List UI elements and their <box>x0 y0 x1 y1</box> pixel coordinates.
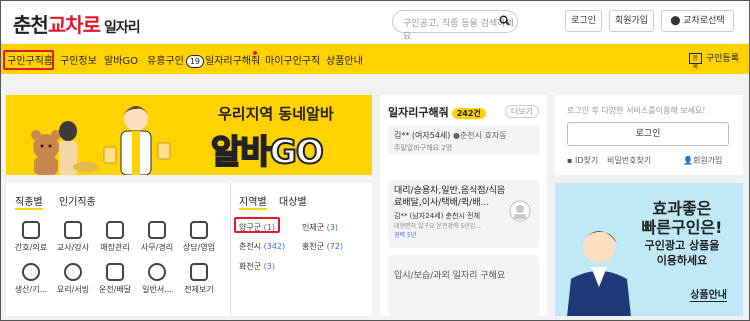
search-icon[interactable] <box>499 15 510 26</box>
header: 춘천교차로 일자리 구인공고, 직종 등을 검색하세요 로그인 회원가입 ⬤ 교차… <box>1 1 749 43</box>
job-sales[interactable]: 상담/영업 <box>180 221 218 253</box>
medical-icon <box>22 221 40 239</box>
truck-icon <box>106 263 124 281</box>
divider <box>230 183 231 316</box>
login-button[interactable]: 로그인 <box>565 10 602 32</box>
job-office[interactable]: 사무/경리 <box>138 221 176 253</box>
job-nursing[interactable]: 간호/의료 <box>12 221 50 253</box>
user-icon: 👤 <box>683 156 693 165</box>
job-teacher[interactable]: 교사/강사 <box>54 221 92 253</box>
gear-icon <box>22 263 40 281</box>
lock-icon: ▪ <box>567 156 575 165</box>
document-icon <box>148 221 166 239</box>
job-cooking[interactable]: 요리/서빙 <box>54 263 92 295</box>
banner-illustration <box>31 106 171 175</box>
login-panel: 로그인 후 다양한 서비스를이용해 보세요! 로그인 ▪ ID찾기 비밀번호찾기… <box>555 95 743 175</box>
shirt-icon <box>106 221 124 239</box>
main-nav: 구인구직홈 구인정보 알바GO 유흥구인 19 일자리구해줘 마이구인구직 상품안… <box>1 44 749 74</box>
tab-popular-jobs[interactable]: 인기직종 <box>59 193 96 208</box>
nav-item-my-page[interactable]: 마이구인구직 <box>265 52 320 67</box>
find-id-link[interactable]: ▪ ID찾기 <box>567 155 598 166</box>
seeker-count-badge: 242건 <box>451 108 486 119</box>
seeker-card[interactable]: 입시/보습/과외 일자리 구해요 <box>388 255 539 316</box>
join-link[interactable]: 👤회원가입 <box>683 155 722 166</box>
promo-products-link[interactable]: 상품안내 <box>690 286 727 302</box>
avatar-icon <box>509 200 531 222</box>
teacher-icon <box>64 221 82 239</box>
location-pin-icon: ● <box>452 131 460 140</box>
panel-login-button[interactable]: 로그인 <box>567 122 729 146</box>
promo-person-illustration <box>567 231 631 316</box>
seeker-card[interactable]: 김** (여자54세) ●춘천시 효자동 주말알바구해요 2명 <box>388 125 539 155</box>
nav-item-products[interactable]: 상품안내 <box>326 52 363 67</box>
highlight-nav-home <box>3 50 54 70</box>
nav-item-job-info[interactable]: 구인정보 <box>60 52 97 67</box>
chat-icon <box>148 263 166 281</box>
new-dot <box>253 51 257 55</box>
job-production[interactable]: 생산/기... <box>12 263 50 295</box>
tab-target[interactable]: 대상별 <box>279 193 307 208</box>
region-hongcheon[interactable]: 홍천군 (72) <box>302 241 343 252</box>
albago-banner[interactable]: 우리지역 동네알바 알바GO <box>6 95 372 175</box>
location-pin-icon: ⬤ <box>670 16 681 26</box>
find-password-link[interactable]: 비밀번호찾기 <box>607 155 651 166</box>
category-panel: 직종별 인기직종 간호/의료 교사/강사 매장관리 사무/경리 상담/영업 생산… <box>6 183 372 316</box>
banner-subtitle: 우리지역 동네알바 <box>218 105 334 123</box>
region-hwacheon[interactable]: 화천군 (3) <box>239 261 275 272</box>
signup-button[interactable]: 회원가입 <box>609 10 654 32</box>
handshake-icon <box>190 221 208 239</box>
register-icon: 등록 <box>688 53 702 71</box>
nav-item-find-me-job[interactable]: 일자리구해줘 <box>205 52 260 67</box>
region-inje[interactable]: 인제군 (3) <box>302 222 338 233</box>
grid-icon <box>190 263 208 281</box>
job-driving[interactable]: 운전/배달 <box>96 263 134 295</box>
highlight-region-yanggu <box>234 217 280 233</box>
seeker-card[interactable]: 대리/승용차,일반,음식점/식음료배달,이사/택배/퀵/배... 김** (남자… <box>388 180 539 248</box>
location-select-button[interactable]: ⬤ 교차로선택 <box>661 10 734 32</box>
site-logo[interactable]: 춘천교차로 일자리 <box>13 9 141 38</box>
nav-item-albago[interactable]: 알바GO <box>104 52 138 67</box>
seeker-title: 일자리구해줘 242건 <box>388 104 486 120</box>
job-view-all[interactable]: 전체보기 <box>180 263 218 295</box>
tab-job-category[interactable]: 직종별 <box>15 193 43 210</box>
banner-title: 알바GO <box>210 131 325 172</box>
tab-region[interactable]: 지역별 <box>239 193 267 210</box>
job-general-service[interactable]: 일반서... <box>138 263 176 295</box>
product-promo-banner[interactable]: 효과좋은 빠른구인은! 구인광고 상품을 이용하세요 상품안내 <box>555 183 743 316</box>
region-chuncheon[interactable]: 춘천시 (342) <box>239 241 285 252</box>
nav-item-entertainment[interactable]: 유흥구인 19 <box>147 52 204 68</box>
job-seeker-panel: 일자리구해줘 242건 더보기 김** (여자54세) ●춘천시 효자동 주말알바… <box>380 95 547 316</box>
search-input[interactable]: 구인공고, 직종 등을 검색하세요 <box>392 10 518 42</box>
register-job-button[interactable]: 등록구인등록 <box>688 51 739 71</box>
adult-badge: 19 <box>185 55 204 68</box>
job-store[interactable]: 매장관리 <box>96 221 134 253</box>
seeker-more-button[interactable]: 더보기 <box>504 105 539 118</box>
dish-icon <box>64 263 82 281</box>
